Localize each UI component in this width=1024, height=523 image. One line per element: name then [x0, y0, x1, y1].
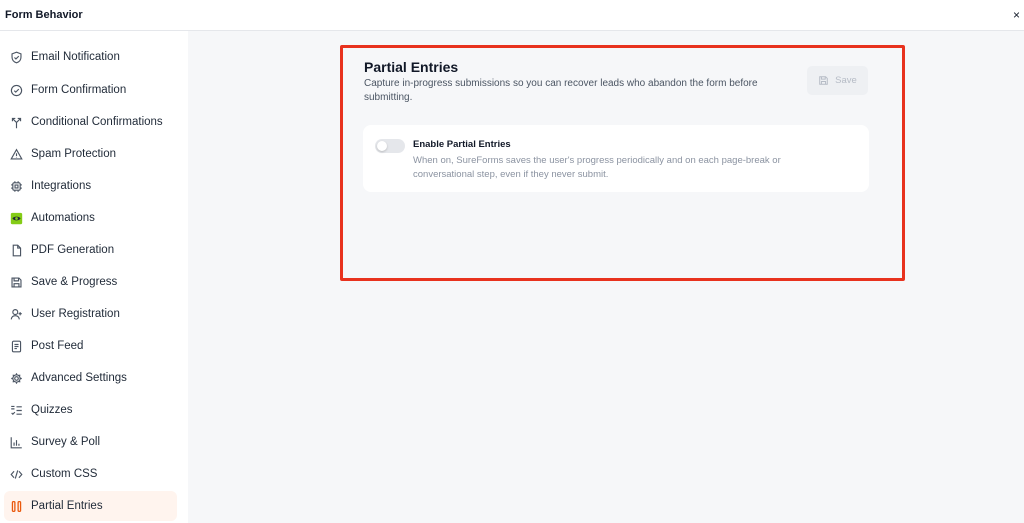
automations-icon — [10, 212, 23, 225]
sidebar-item-label: Partial Entries — [31, 500, 103, 512]
toggle-knob — [377, 141, 387, 151]
list-check-icon — [10, 404, 23, 417]
code-icon — [10, 468, 23, 481]
sidebar-item-form-confirmation[interactable]: Form Confirmation — [4, 75, 177, 105]
warning-triangle-icon — [10, 147, 23, 161]
file-icon — [10, 244, 23, 257]
sidebar-item-email-notification[interactable]: Email Notification — [4, 42, 177, 72]
sidebar-item-label: Form Confirmation — [31, 84, 127, 96]
save-button[interactable]: Save — [807, 66, 868, 95]
shield-check-icon — [10, 51, 23, 64]
sidebar-item-label: Conditional Confirmations — [31, 116, 163, 128]
sidebar-item-label: Advanced Settings — [31, 372, 127, 384]
sidebar-item-automations[interactable]: Automations — [4, 203, 177, 233]
sidebar-item-label: Email Notification — [31, 51, 120, 63]
sidebar-item-label: Spam Protection — [31, 148, 117, 160]
user-plus-icon — [10, 308, 23, 321]
dialog-header: Form Behavior × — [0, 0, 1024, 31]
sidebar-item-user-registration[interactable]: User Registration — [4, 299, 177, 329]
gear-icon — [10, 372, 23, 385]
page-title: Partial Entries — [364, 59, 459, 75]
save-icon — [819, 76, 828, 85]
save-icon — [10, 276, 23, 289]
sidebar-item-label: Survey & Poll — [31, 436, 101, 448]
document-icon — [10, 340, 23, 353]
close-icon[interactable]: × — [1013, 9, 1020, 21]
sidebar-item-label: Quizzes — [31, 404, 73, 416]
sidebar-item-label: Post Feed — [31, 340, 84, 352]
sidebar-item-pdf-generation[interactable]: PDF Generation — [4, 235, 177, 265]
chip-icon — [10, 180, 23, 193]
setting-card: Enable Partial Entries When on, SureForm… — [363, 125, 869, 192]
sidebar-item-post-feed[interactable]: Post Feed — [4, 331, 177, 361]
check-circle-icon — [10, 84, 23, 97]
setting-description: When on, SureForms saves the user's prog… — [413, 155, 781, 180]
sidebar-item-advanced-settings[interactable]: Advanced Settings — [4, 363, 177, 393]
sidebar-item-partial-entries[interactable]: Partial Entries — [4, 491, 177, 521]
save-button-label: Save — [835, 75, 857, 86]
page-description: Capture in-progress submissions so you c… — [364, 78, 758, 103]
bar-chart-icon — [10, 436, 23, 449]
sidebar-item-integrations[interactable]: Integrations — [4, 171, 177, 201]
main-content: Partial Entries Capture in-progress subm… — [188, 31, 1024, 523]
dialog-title: Form Behavior — [5, 9, 83, 21]
sidebar-item-custom-css[interactable]: Custom CSS — [4, 459, 177, 489]
enable-partial-entries-toggle[interactable] — [375, 139, 405, 153]
sidebar-item-conditional-confirmations[interactable]: Conditional Confirmations — [4, 107, 177, 137]
sidebar-item-label: PDF Generation — [31, 244, 115, 256]
setting-label: Enable Partial Entries — [413, 139, 511, 150]
sidebar-item-survey-poll[interactable]: Survey & Poll — [4, 427, 177, 457]
sidebar-item-spam-protection[interactable]: Spam Protection — [4, 139, 177, 169]
sidebar-item-label: Save & Progress — [31, 276, 118, 288]
split-arrows-icon — [10, 116, 23, 129]
sidebar-item-label: Integrations — [31, 180, 92, 192]
partial-entries-icon — [10, 500, 23, 513]
sidebar-item-quizzes[interactable]: Quizzes — [4, 395, 177, 425]
sidebar-item-save-progress[interactable]: Save & Progress — [4, 267, 177, 297]
sidebar-item-label: Custom CSS — [31, 468, 98, 480]
sidebar-item-label: Automations — [31, 212, 95, 224]
sidebar-item-label: User Registration — [31, 308, 120, 320]
sidebar: Email Notification Form Confirmation Con… — [0, 31, 188, 523]
